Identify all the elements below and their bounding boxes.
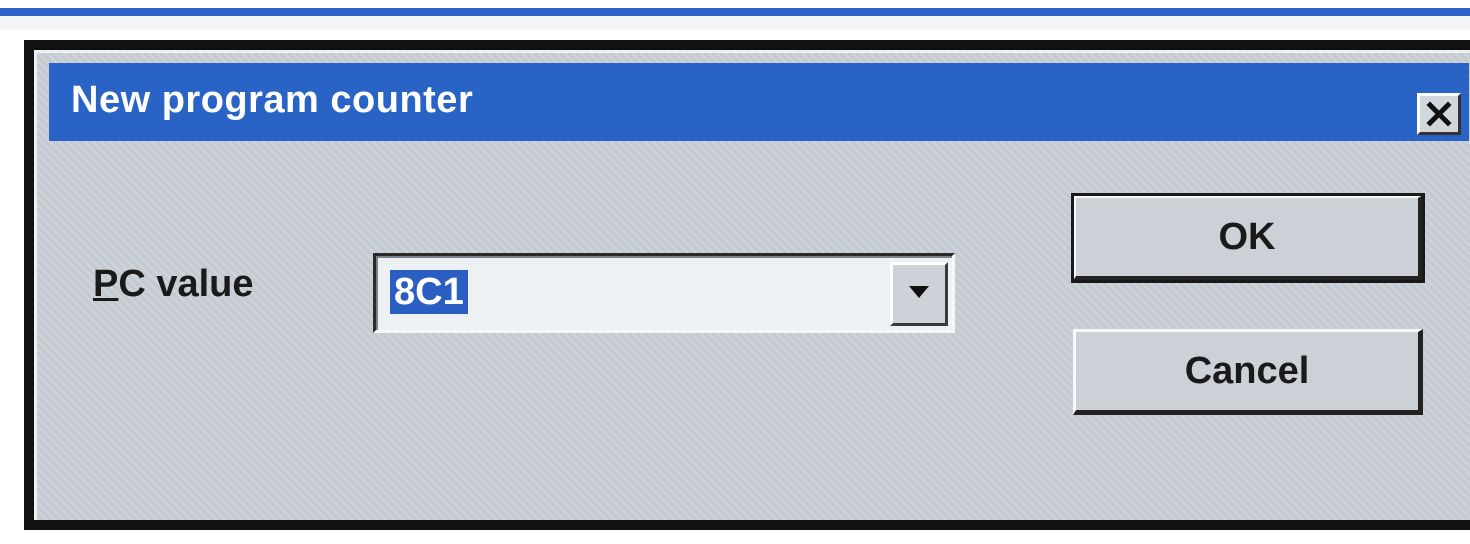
dialog-title: New program counter [71,79,474,121]
pc-value-dropdown-button[interactable] [890,262,948,326]
close-icon [1426,101,1452,127]
chevron-down-icon [908,285,930,304]
pc-value-combobox[interactable]: 8C1 [373,253,955,333]
pc-value-label-mnemonic: P [93,263,119,305]
pc-value-combobox-field[interactable]: 8C1 [376,256,952,330]
dialog-body: New program counter PC value 8C1 OK Canc… [34,50,1470,520]
new-program-counter-dialog: New program counter PC value 8C1 OK Canc… [24,40,1470,530]
pc-value-label: PC value [93,263,254,306]
cancel-button[interactable]: Cancel [1073,329,1423,415]
background-window-strip [0,16,1470,30]
ok-button[interactable]: OK [1071,193,1425,283]
pc-value-label-rest: C value [118,263,254,305]
background-window-edge [0,8,1470,16]
title-bar[interactable]: New program counter [49,63,1469,141]
close-button[interactable] [1417,93,1461,135]
pc-value-input[interactable]: 8C1 [390,270,468,314]
